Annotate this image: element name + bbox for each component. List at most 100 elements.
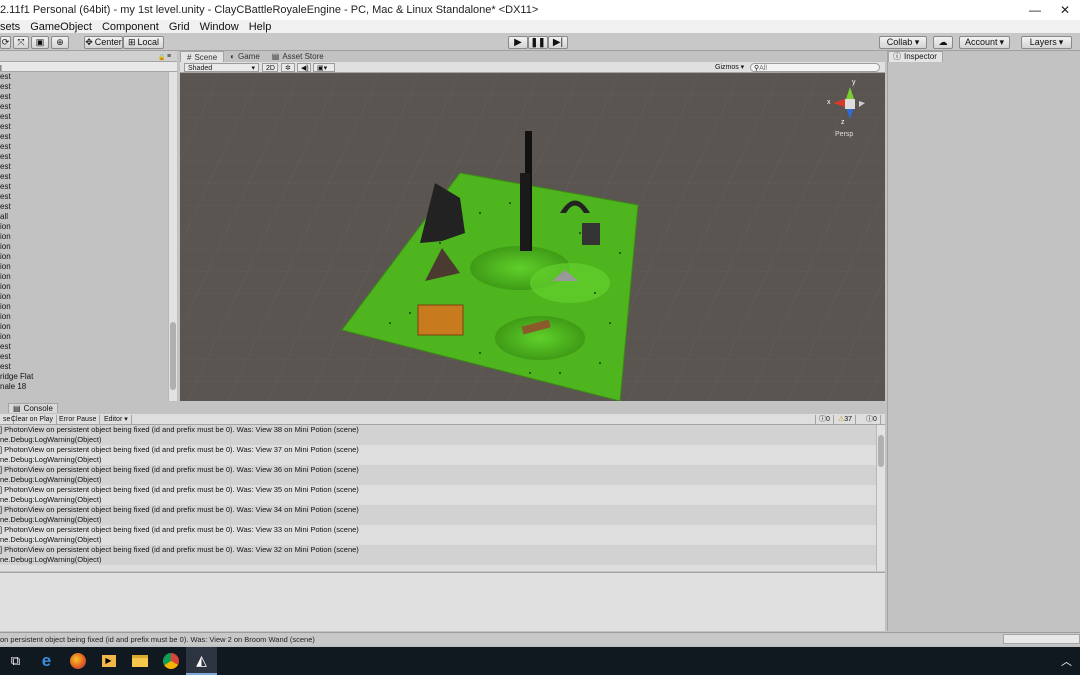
play-button[interactable]: ▶: [508, 36, 528, 49]
log-entry[interactable]: ] PhotonView on persistent object being …: [0, 485, 876, 505]
list-item[interactable]: ion: [0, 252, 177, 262]
hierarchy-scrollbar[interactable]: [168, 72, 177, 401]
mode-2d-toggle[interactable]: 2D: [262, 63, 278, 72]
log-entry[interactable]: ] PhotonView on persistent object being …: [0, 505, 876, 525]
list-item[interactable]: ion: [0, 242, 177, 252]
menu-icon[interactable]: ≡: [167, 53, 171, 60]
log-entry[interactable]: ] PhotonView on persistent object being …: [0, 445, 876, 465]
list-item[interactable]: est: [0, 102, 177, 112]
list-item[interactable]: ion: [0, 262, 177, 272]
list-item[interactable]: est: [0, 142, 177, 152]
hierarchy-search[interactable]: l: [0, 62, 177, 73]
list-item[interactable]: est: [0, 362, 177, 372]
task-view-button[interactable]: ⧉: [0, 647, 31, 675]
tab-scene[interactable]: # Scene: [180, 51, 225, 62]
list-item[interactable]: ion: [0, 332, 177, 342]
list-item[interactable]: ion: [0, 272, 177, 282]
view-gizmo[interactable]: y x z Persp: [825, 79, 875, 139]
tab-game[interactable]: ◐ Game: [224, 51, 266, 62]
console-tab-label: Console: [23, 403, 53, 413]
list-item[interactable]: ion: [0, 222, 177, 232]
console-scrollbar[interactable]: [876, 425, 885, 571]
tab-inspector[interactable]: ⓘ Inspector: [888, 51, 943, 62]
pivot-center-button[interactable]: ✥ Center: [84, 36, 123, 49]
unity-button[interactable]: ◭: [186, 647, 217, 675]
chrome-button[interactable]: [155, 647, 186, 675]
minimize-button[interactable]: —: [1020, 0, 1050, 20]
list-item[interactable]: est: [0, 182, 177, 192]
menu-component[interactable]: Component: [98, 21, 159, 33]
list-item[interactable]: est: [0, 72, 177, 82]
media-button[interactable]: ▶: [93, 647, 124, 675]
transform-tool-button[interactable]: ⊕: [51, 36, 69, 49]
menu-grid[interactable]: Grid: [165, 21, 190, 33]
menu-help[interactable]: Help: [245, 21, 272, 33]
list-item[interactable]: est: [0, 132, 177, 142]
audio-toggle[interactable]: ◀): [297, 63, 311, 72]
scale-tool-button[interactable]: ⤧: [13, 36, 29, 49]
close-button[interactable]: ✕: [1050, 0, 1080, 20]
list-item[interactable]: ion: [0, 322, 177, 332]
list-item[interactable]: est: [0, 342, 177, 352]
list-item[interactable]: ion: [0, 232, 177, 242]
list-item[interactable]: ion: [0, 292, 177, 302]
list-item[interactable]: nale 18: [0, 382, 177, 392]
list-item[interactable]: est: [0, 352, 177, 362]
list-item[interactable]: est: [0, 92, 177, 102]
list-item[interactable]: est: [0, 82, 177, 92]
rotate-tool-button[interactable]: ⟳: [0, 36, 11, 49]
log-entry[interactable]: ] PhotonView on persistent object being …: [0, 525, 876, 545]
console-scroll-thumb[interactable]: [878, 435, 884, 467]
list-item[interactable]: ridge Flat: [0, 372, 177, 382]
persp-label[interactable]: Persp: [835, 131, 853, 138]
lighting-toggle[interactable]: ✲: [281, 63, 295, 72]
log-entry[interactable]: ] PhotonView on persistent object being …: [0, 545, 876, 565]
list-item[interactable]: est: [0, 162, 177, 172]
step-button[interactable]: ▶|: [548, 36, 568, 49]
layers-dropdown[interactable]: Layers ▾: [1021, 36, 1072, 49]
list-item[interactable]: est: [0, 152, 177, 162]
error-count-toggle[interactable]: ⓘ0: [815, 415, 834, 424]
pivot-local-button[interactable]: ⊞ Local: [123, 36, 164, 49]
editor-dropdown[interactable]: Editor ▾: [101, 415, 132, 424]
edge-button[interactable]: e: [31, 647, 62, 675]
list-item[interactable]: est: [0, 202, 177, 212]
clear-on-play-toggle[interactable]: Clear on Play: [8, 415, 58, 424]
menu-assets[interactable]: sets: [0, 21, 20, 33]
list-item[interactable]: ion: [0, 282, 177, 292]
account-dropdown[interactable]: Account ▾: [959, 36, 1010, 49]
gizmos-dropdown[interactable]: Gizmos ▾: [712, 63, 748, 72]
error-pause-toggle[interactable]: Error Pause: [56, 415, 101, 424]
status-bar[interactable]: on persistent object being fixed (id and…: [0, 632, 1080, 645]
speaker-icon: ◀): [301, 65, 309, 72]
menu-window[interactable]: Window: [196, 21, 239, 33]
scene-viewport[interactable]: y x z Persp: [180, 73, 885, 401]
explorer-button[interactable]: [124, 647, 155, 675]
list-item[interactable]: ion: [0, 302, 177, 312]
list-item[interactable]: est: [0, 192, 177, 202]
shading-mode-dropdown[interactable]: Shaded ▾: [184, 63, 259, 72]
log-entry[interactable]: ] PhotonView on persistent object being …: [0, 425, 876, 445]
firefox-button[interactable]: [62, 647, 93, 675]
lock-icon[interactable]: 🔒: [158, 54, 165, 61]
rect-tool-button[interactable]: ▣: [31, 36, 49, 49]
warning-count-toggle[interactable]: ⚠37: [835, 415, 857, 424]
list-item[interactable]: ion: [0, 312, 177, 322]
log-entry[interactable]: ] PhotonView on persistent object being …: [0, 465, 876, 485]
pause-button[interactable]: ❚❚: [528, 36, 548, 49]
cloud-button[interactable]: ☁: [933, 36, 953, 49]
tab-asset-store[interactable]: ▤ Asset Store: [266, 51, 330, 62]
show-hidden-icons-button[interactable]: ︿: [1061, 653, 1072, 669]
list-item[interactable]: est: [0, 172, 177, 182]
menu-gameobject[interactable]: GameObject: [26, 21, 92, 33]
list-item[interactable]: all: [0, 212, 177, 222]
list-item[interactable]: est: [0, 112, 177, 122]
tab-console[interactable]: ▤ Console: [8, 403, 58, 413]
scene-search-input[interactable]: ⚲All: [750, 63, 880, 72]
list-item[interactable]: est: [0, 122, 177, 132]
hierarchy-scroll-thumb[interactable]: [170, 322, 176, 390]
log-count-toggle[interactable]: ⓘ0: [863, 415, 881, 424]
collab-button[interactable]: Collab ▾: [879, 36, 927, 49]
effects-dropdown[interactable]: ▣▾: [313, 63, 335, 72]
scene-tabs: # Scene ◐ Game ▤ Asset Store: [180, 51, 885, 62]
